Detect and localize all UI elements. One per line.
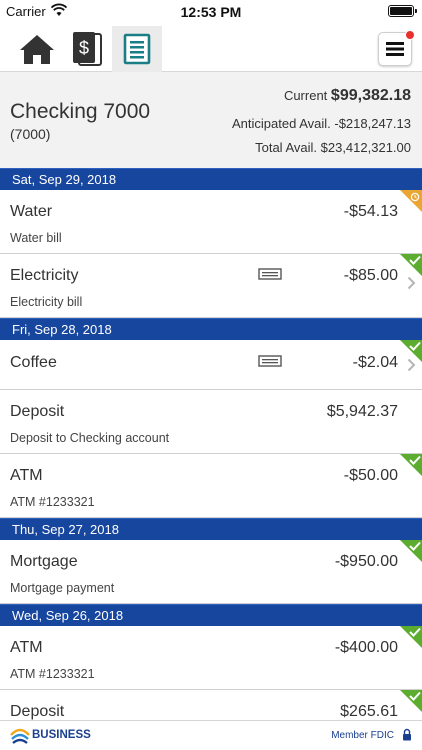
transaction-row[interactable]: Water -$54.13 Water bill: [0, 190, 422, 254]
transaction-memo: Electricity bill: [10, 295, 83, 309]
date-header: Wed, Sep 26, 2018: [0, 604, 422, 626]
tab-bill-pay[interactable]: $: [62, 26, 112, 72]
transaction-amount: -$85.00: [343, 267, 398, 284]
lock-icon: [403, 728, 411, 741]
footer: BUSINESS Member FDIC: [0, 720, 422, 750]
date-header: Thu, Sep 27, 2018: [0, 518, 422, 540]
brand-name: BUSINESS: [32, 729, 91, 741]
transaction-list[interactable]: Sat, Sep 29, 2018 Water -$54.13 Water bi…: [0, 168, 422, 720]
chevron-right-icon[interactable]: [407, 276, 416, 290]
transaction-payee: Mortgage: [10, 553, 78, 570]
member-fdic-label: Member FDIC: [331, 730, 394, 741]
transaction-amount: -$2.04: [352, 354, 398, 371]
transaction-amount: $5,942.37: [326, 403, 398, 420]
transaction-amount: -$50.00: [343, 467, 398, 484]
bank-logo-icon: [10, 728, 30, 744]
transaction-payee: ATM: [10, 639, 43, 656]
home-icon: [20, 35, 54, 64]
hamburger-menu-icon: [386, 42, 404, 56]
transaction-row[interactable]: Electricity -$85.00 Electricity bill: [0, 254, 422, 318]
anticipated-balance: Anticipated Avail. -$218,247.13: [231, 116, 411, 131]
transaction-amount: -$950.00: [334, 553, 398, 570]
clock: 12:53 PM: [180, 4, 242, 20]
tab-activity[interactable]: [112, 26, 162, 72]
check-image-icon[interactable]: [258, 268, 282, 280]
battery-icon: [388, 5, 417, 17]
account-name: Checking 7000: [10, 100, 151, 123]
top-nav: $: [0, 22, 422, 72]
chevron-right-icon[interactable]: [407, 358, 416, 372]
transaction-row[interactable]: Deposit $5,942.37 Deposit to Checking ac…: [0, 390, 422, 454]
transaction-memo: Water bill: [10, 231, 62, 245]
transaction-memo: ATM #1233321: [10, 495, 95, 509]
date-header: Sat, Sep 29, 2018: [0, 168, 422, 190]
date-header: Fri, Sep 28, 2018: [0, 318, 422, 340]
cleared-check-icon: [400, 690, 422, 712]
cleared-check-icon: [400, 254, 422, 276]
tab-home[interactable]: [12, 26, 62, 72]
cleared-check-icon: [400, 626, 422, 648]
transaction-row[interactable]: ATM -$50.00 ATM #1233321: [0, 454, 422, 518]
transaction-memo: Deposit to Checking account: [10, 431, 170, 445]
transaction-memo: Mortgage payment: [10, 581, 115, 595]
transaction-row[interactable]: Mortgage -$950.00 Mortgage payment: [0, 540, 422, 604]
transaction-amount: -$54.13: [343, 203, 398, 220]
transaction-row[interactable]: Deposit $265.61: [0, 690, 422, 720]
current-balance: Current $99,382.18: [284, 87, 411, 105]
cleared-check-icon: [400, 454, 422, 476]
account-number: (7000): [10, 126, 51, 142]
total-balance: Total Avail. $23,412,321.00: [255, 140, 411, 155]
current-balance-amount: $99,382.18: [330, 87, 411, 104]
transaction-payee: Deposit: [10, 703, 65, 720]
transaction-payee: Coffee: [10, 354, 57, 371]
status-bar: Carrier 12:53 PM: [0, 0, 422, 22]
current-balance-label: Current: [283, 88, 328, 103]
svg-text:$: $: [79, 38, 89, 58]
notification-badge: [405, 30, 415, 40]
transaction-payee: Electricity: [10, 267, 79, 284]
check-image-icon[interactable]: [258, 355, 282, 367]
transaction-row[interactable]: Coffee -$2.04: [0, 340, 422, 390]
bill-pay-icon: $: [73, 32, 102, 66]
transaction-memo: ATM #1233321: [10, 667, 95, 681]
transaction-payee: Deposit: [10, 403, 65, 420]
account-activity-icon: [123, 33, 151, 65]
cleared-check-icon: [400, 540, 422, 562]
transaction-payee: Water: [10, 203, 53, 220]
account-header: Checking 7000 (7000) Current $99,382.18 …: [0, 72, 422, 168]
transaction-amount: $265.61: [340, 703, 398, 720]
transaction-payee: ATM: [10, 467, 43, 484]
transaction-row[interactable]: ATM -$400.00 ATM #1233321: [0, 626, 422, 690]
menu-button[interactable]: [378, 30, 415, 66]
pending-clock-icon: [400, 190, 422, 212]
transaction-amount: -$400.00: [334, 639, 398, 656]
